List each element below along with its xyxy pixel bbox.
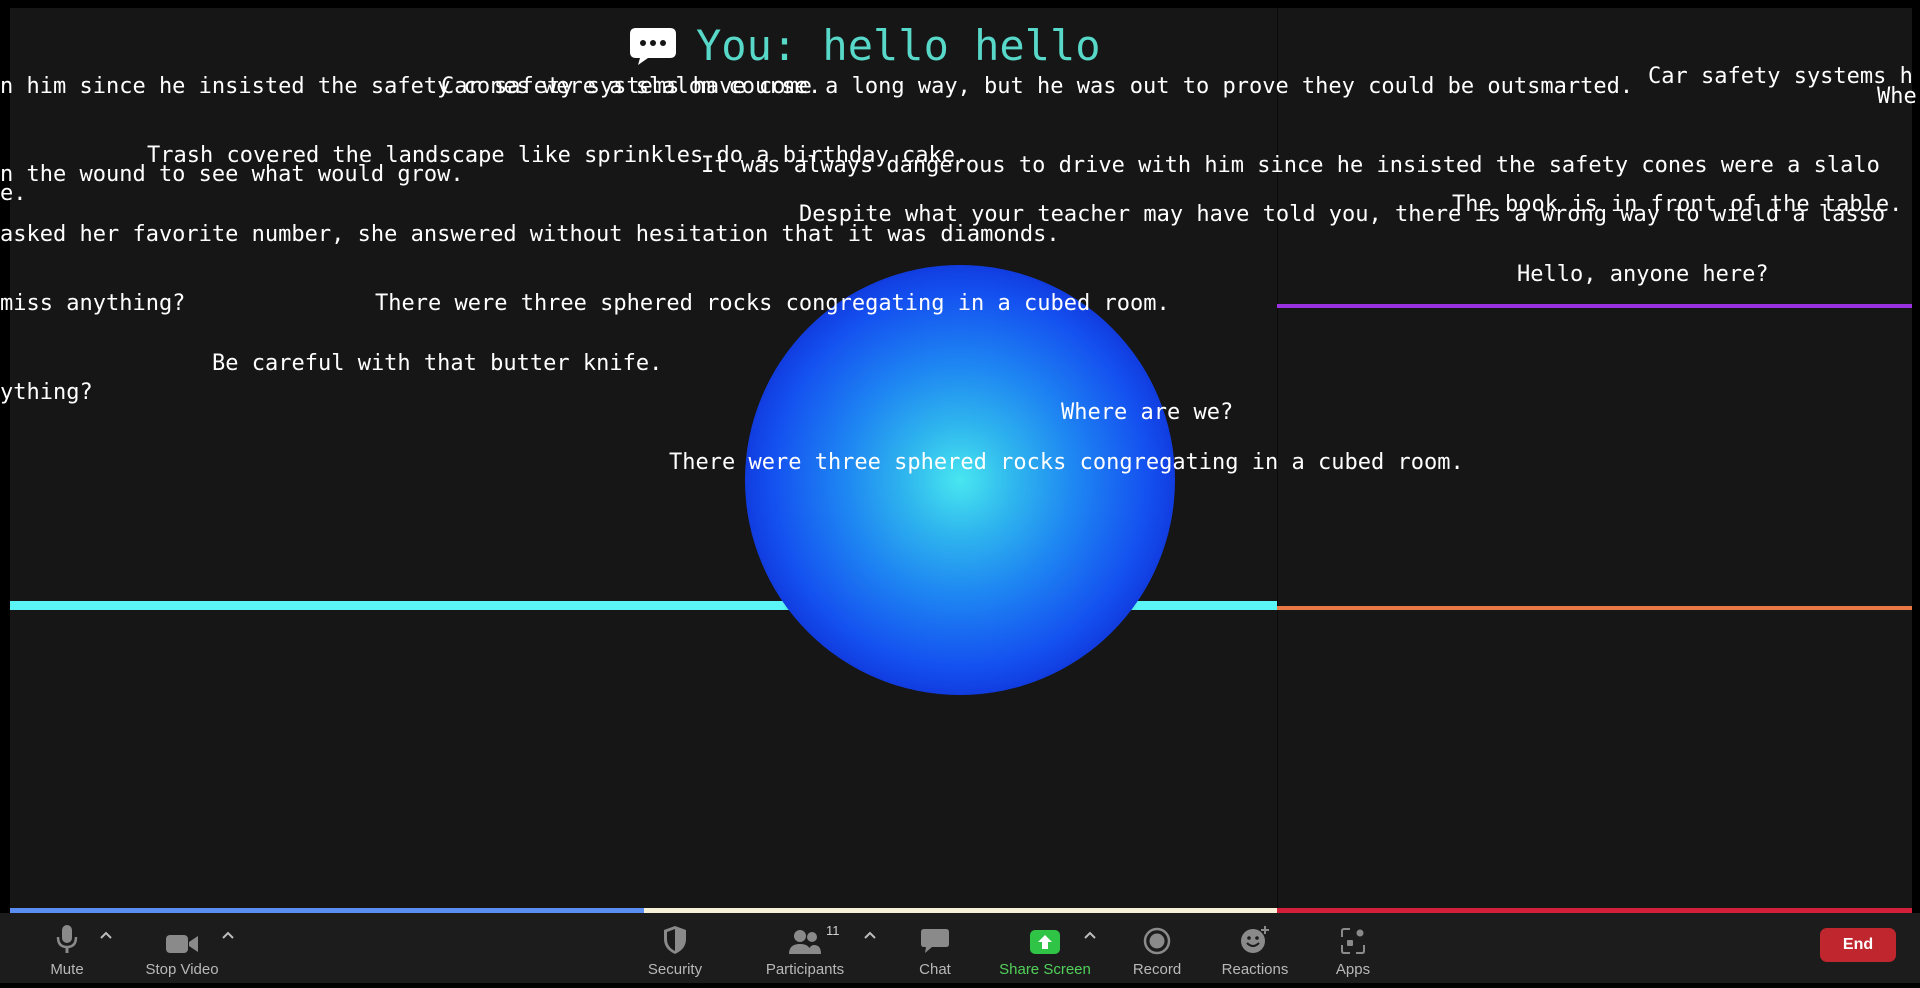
meeting-toolbar: Mute Stop Video Security Participants 11… <box>0 913 1920 983</box>
apps-button[interactable]: Apps <box>1325 913 1381 983</box>
apps-label: Apps <box>1335 961 1371 978</box>
reactions-icon <box>1239 913 1271 955</box>
video-tile-bottom-right[interactable] <box>1278 610 1912 913</box>
caption-text: Car safety systems have come a long way,… <box>441 74 1634 99</box>
participants-count: 11 <box>826 923 840 938</box>
caption-text: There were three sphered rocks congregat… <box>669 450 1464 475</box>
window-bottom-edge <box>0 983 1920 988</box>
tile-bar-purple <box>1277 304 1912 308</box>
participants-icon <box>788 913 822 955</box>
caption-text: Be careful with that butter knife. <box>212 351 663 376</box>
end-button[interactable]: End <box>1820 928 1896 962</box>
chat-icon <box>920 913 950 955</box>
shield-icon <box>662 913 688 955</box>
speech-bubble-icon <box>628 26 678 66</box>
record-label: Record <box>1132 961 1182 978</box>
participants-options-caret[interactable] <box>860 925 880 945</box>
security-label: Security <box>647 961 703 978</box>
share-screen-label: Share Screen <box>999 961 1091 978</box>
share-screen-button[interactable]: Share Screen <box>995 913 1095 983</box>
stop-video-label: Stop Video <box>145 961 219 978</box>
stop-video-button[interactable]: Stop Video <box>140 913 224 983</box>
speech-text: You: hello hello <box>696 21 1101 70</box>
security-button[interactable]: Security <box>640 913 710 983</box>
caption-text: Hello, anyone here? <box>1517 262 1769 287</box>
mute-label: Mute <box>50 961 84 978</box>
speech-header: You: hello hello <box>628 22 1101 70</box>
caption-text: miss anything? <box>0 291 186 316</box>
caption-text: Where are we? <box>1061 400 1234 425</box>
caption-text: n the wound to see what would grow. <box>0 162 464 187</box>
microphone-icon <box>54 913 80 955</box>
caption-text: It was always dangerous to drive with hi… <box>701 153 1880 178</box>
share-options-caret[interactable] <box>1080 925 1100 945</box>
caption-text: Car safety systems h <box>1648 64 1913 89</box>
caption-text: e. <box>0 181 27 206</box>
share-screen-icon <box>1029 913 1061 955</box>
video-camera-icon <box>165 913 199 955</box>
mute-options-caret[interactable] <box>96 925 116 945</box>
apps-icon <box>1340 913 1366 955</box>
reactions-button[interactable]: Reactions <box>1218 913 1292 983</box>
record-icon <box>1143 913 1171 955</box>
meeting-window: You: hello hello n him since he insisted… <box>0 0 1920 988</box>
video-options-caret[interactable] <box>218 925 238 945</box>
audio-visualizer-orb <box>745 265 1175 695</box>
caption-text: ything? <box>0 380 93 405</box>
caption-text: asked her favorite number, she answered … <box>0 222 1060 247</box>
caption-text: There were three sphered rocks congregat… <box>375 291 1170 316</box>
chat-button[interactable]: Chat <box>905 913 965 983</box>
caption-text: Whe <box>1877 84 1917 109</box>
chat-label: Chat <box>919 961 951 978</box>
reactions-label: Reactions <box>1221 961 1289 978</box>
participants-label: Participants <box>765 961 845 978</box>
mute-button[interactable]: Mute <box>37 913 97 983</box>
record-button[interactable]: Record <box>1125 913 1189 983</box>
tile-bar-orange <box>1277 606 1912 610</box>
